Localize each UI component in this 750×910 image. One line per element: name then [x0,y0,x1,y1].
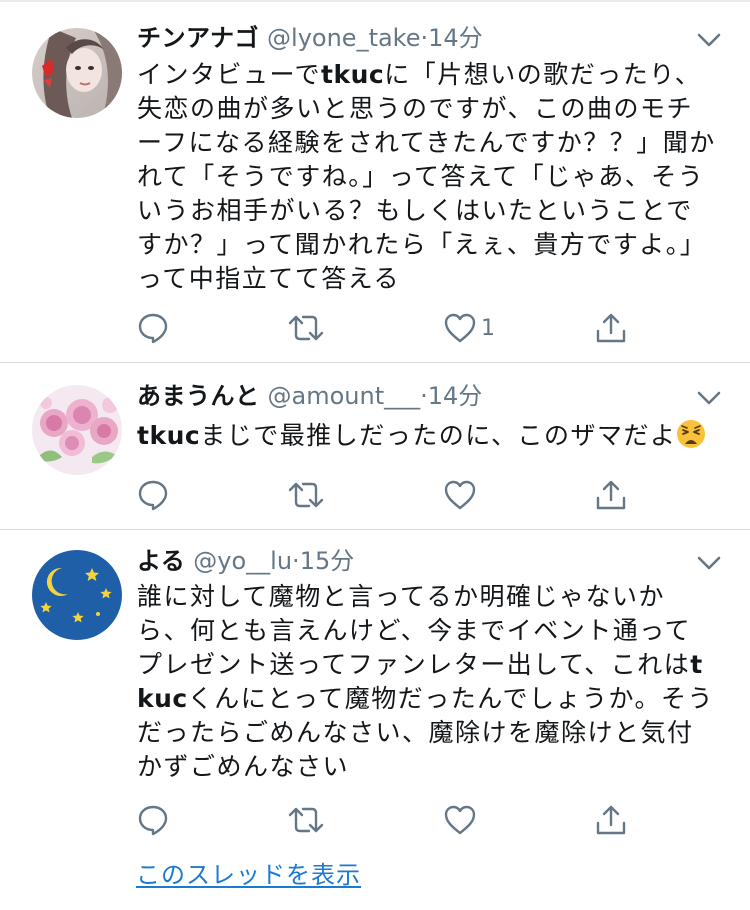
retweet-icon [288,315,324,341]
chevron-down-icon[interactable] [694,383,724,413]
weary-face-emoji-icon [677,420,706,448]
user-handle[interactable]: @lyone_take [267,24,420,52]
like-button[interactable] [443,475,481,515]
tweet-1[interactable]: チンアナゴ @lyone_take·14分 インタビューでtkucに「片想いの歌だ… [0,0,750,362]
reply-icon [138,313,168,344]
share-button[interactable] [594,800,628,840]
tweet-actions: 1 [0,308,750,348]
like-count: 1 [481,315,495,341]
avatar[interactable] [32,550,122,640]
chevron-down-icon[interactable] [694,548,724,578]
user-handle[interactable]: @amount___ [268,382,421,410]
reply-button[interactable] [136,308,170,348]
tweet-text-part: に「片想いの歌だったり、失恋の曲が多いと思うのですが、この曲のモチーフになる経験… [137,60,716,293]
tweet-3[interactable]: よる @yo__lu·15分 誰に対して魔物と言ってるか明確じゃないから、何とも言… [0,530,750,910]
like-icon [444,313,476,343]
tweet-header: よる @yo__lu·15分 [137,543,354,579]
show-thread-link[interactable]: このスレッドを表示 [136,855,361,890]
avatar[interactable] [32,28,122,118]
retweet-icon [288,482,324,508]
retweet-button[interactable] [287,800,325,840]
mention-bold: tkuc [321,60,385,89]
like-icon [444,480,476,510]
display-name[interactable]: チンアナゴ [137,24,259,52]
user-handle[interactable]: @yo__lu [193,547,292,575]
tweet-text: 誰に対して魔物と言ってるか明確じゃないから、何とも言えんけど、今までイベント通っ… [137,580,717,784]
share-button[interactable] [594,475,628,515]
tweet-text: tkucまじで最推しだったのに、このザマだよ [137,419,717,453]
retweet-icon [288,807,324,833]
reply-icon [138,805,168,836]
like-button[interactable] [443,800,481,840]
share-icon [596,313,626,343]
share-button[interactable] [594,308,628,348]
avatar-woman-image [32,28,122,118]
separator-dot: · [420,382,428,410]
timestamp[interactable]: 15分 [300,547,355,575]
chevron-down-icon[interactable] [694,25,724,55]
tweet-text-part: 誰に対して魔物と言ってるか明確じゃないから、何とも言えんけど、今までイベント通っ… [137,582,692,679]
tweet-actions [0,800,750,840]
display-name[interactable]: よる [137,547,185,575]
tweet-2[interactable]: あまうんと @amount___·14分 tkucまじで最推しだったのに、このザマ… [0,363,750,529]
retweet-button[interactable] [287,475,325,515]
avatar-roses-image [32,385,122,475]
tweet-text: インタビューでtkucに「片想いの歌だったり、失恋の曲が多いと思うのですが、この… [137,58,717,296]
reply-icon [138,480,168,511]
tweet-header: あまうんと @amount___·14分 [137,378,482,414]
tweet-text-part: インタビューで [137,60,322,89]
share-icon [596,805,626,835]
tweet-header: チンアナゴ @lyone_take·14分 [137,20,483,56]
avatar[interactable] [32,385,122,475]
separator-dot: · [292,547,300,575]
tweet-text-part: くんにとって魔物だったんでしょうか。そうだったらごめんなさい、魔除けを魔除けと気… [137,684,715,781]
display-name[interactable]: あまうんと [137,382,260,410]
share-icon [596,480,626,510]
like-icon [444,805,476,835]
like-button[interactable]: 1 [443,308,495,348]
tweet-actions [0,475,750,515]
avatar-moon-stars-image [32,550,122,640]
retweet-button[interactable] [287,308,325,348]
tweet-text-part: まじで最推しだったのに、このザマだよ [200,421,677,450]
mention-bold: tkuc [137,421,201,450]
timestamp[interactable]: 14分 [428,24,483,52]
reply-button[interactable] [136,800,170,840]
timestamp[interactable]: 14分 [428,382,483,410]
reply-button[interactable] [136,475,170,515]
separator-dot: · [420,24,429,52]
